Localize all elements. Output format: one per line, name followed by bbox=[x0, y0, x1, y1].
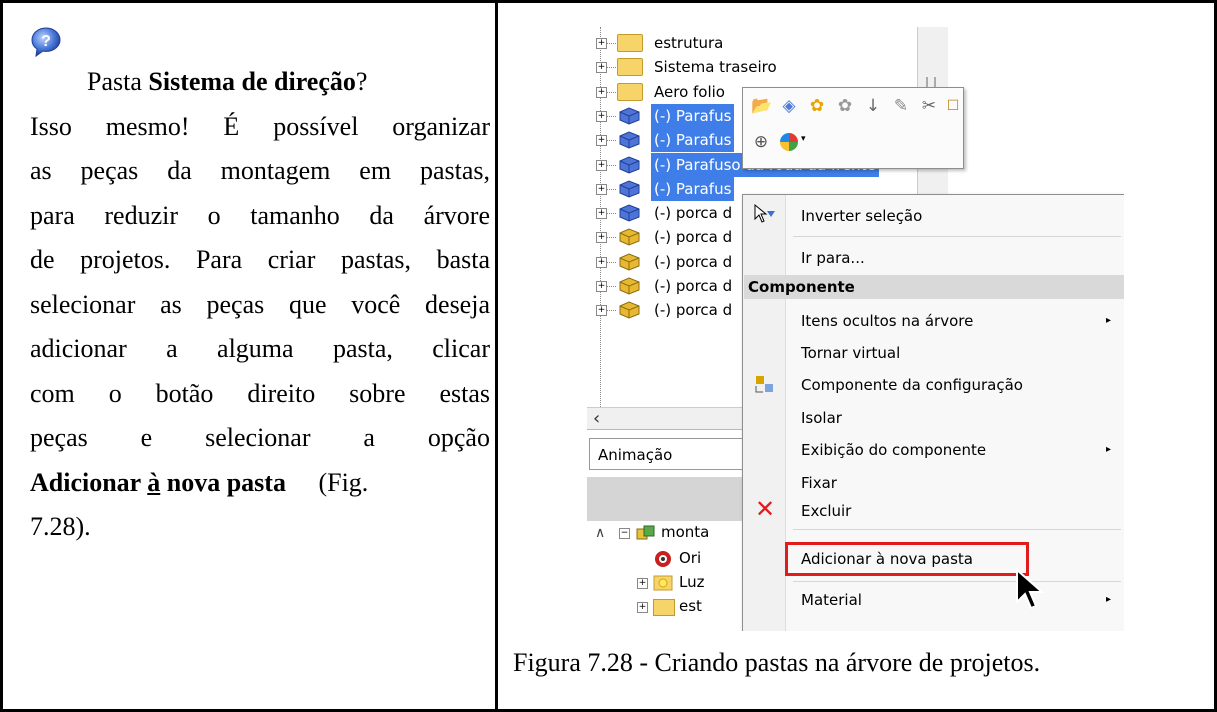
solidworks-screenshot: + estrutura + Sistema traseiro + Aero folio +(… bbox=[587, 27, 1124, 631]
menu-make-virtual[interactable]: Tornar virtual bbox=[801, 340, 900, 366]
tree-row-label[interactable]: (-) porca d bbox=[651, 250, 735, 274]
lower-row-1[interactable]: monta bbox=[661, 523, 709, 541]
tree-row-label[interactable]: Aero folio bbox=[651, 80, 728, 104]
folder-icon bbox=[617, 82, 643, 101]
part-blue-icon bbox=[619, 131, 640, 149]
properties-icon[interactable]: ☐ bbox=[943, 96, 963, 116]
menu-header-component: Componente bbox=[744, 275, 1124, 299]
menu-isolate[interactable]: Isolar bbox=[801, 405, 842, 431]
part-yellow-icon bbox=[619, 253, 640, 271]
folder-icon bbox=[653, 599, 675, 616]
menu-invert-selection[interactable]: Inverter seleção bbox=[801, 203, 922, 229]
menu-configuration-component[interactable]: Componente da configuração bbox=[801, 372, 1023, 398]
zoom-icon[interactable]: ⊕ bbox=[751, 132, 771, 152]
text-line-10: Adicionar à nova pasta (Fig. bbox=[30, 467, 369, 497]
part-blue-icon bbox=[619, 204, 640, 222]
appearance-icon[interactable] bbox=[779, 132, 799, 152]
text-line-9: peças e selecionar a opção bbox=[30, 423, 490, 452]
mate-icon[interactable]: ✂ bbox=[919, 96, 939, 116]
origin-icon bbox=[655, 551, 671, 567]
highlight-box bbox=[785, 542, 1029, 576]
question-help-icon: ? bbox=[31, 27, 61, 58]
collapse-up-icon[interactable]: ∧ bbox=[595, 525, 605, 541]
folder-name-bold: Sistema de direção bbox=[148, 67, 356, 96]
text-line-7: adicionar a alguma pasta, clicar bbox=[30, 334, 490, 363]
tree-row-label[interactable]: (-) Parafus bbox=[651, 128, 735, 153]
underlined-a: à bbox=[147, 467, 161, 497]
scroll-left-icon[interactable]: ‹ bbox=[593, 408, 600, 430]
delete-x-icon: ✕ bbox=[755, 495, 776, 523]
submenu-arrow-icon: ▸ bbox=[1105, 315, 1111, 326]
dropdown-arrow-icon[interactable]: ▾ bbox=[801, 134, 806, 144]
mouse-cursor-icon bbox=[1016, 568, 1045, 610]
menu-material[interactable]: Material ▸ bbox=[801, 587, 1111, 613]
menu-component-display[interactable]: Exibição do componente ▸ bbox=[801, 437, 1111, 463]
tree-row-label[interactable]: (-) porca d bbox=[651, 274, 735, 298]
tree-row-label[interactable]: Sistema traseiro bbox=[651, 55, 780, 79]
tree-row-label[interactable]: (-) porca d bbox=[651, 298, 735, 322]
svg-text:?: ? bbox=[41, 33, 51, 50]
lower-row-2[interactable]: Ori bbox=[679, 549, 701, 567]
tree-row-label[interactable]: (-) porca d bbox=[651, 201, 735, 225]
part-yellow-icon bbox=[619, 228, 640, 246]
left-text-column: ? Pasta Sistema de direção? Isso mesmo! … bbox=[30, 26, 490, 550]
tree-row-label[interactable]: (-) porca d bbox=[651, 225, 735, 249]
lower-row-4[interactable]: est bbox=[679, 597, 702, 615]
context-toolbar: 📂 ◈ ✿ ✿ ↓ ✎ ✂ ☐ ⊕ ▾ bbox=[742, 87, 964, 169]
assembly-icon bbox=[636, 525, 655, 540]
lower-row-3[interactable]: Luz bbox=[679, 573, 704, 591]
menu-delete[interactable]: Excluir bbox=[801, 498, 851, 524]
configuration-icon bbox=[755, 376, 773, 393]
collapse-minus-icon[interactable]: − bbox=[619, 528, 630, 539]
menu-hidden-items[interactable]: Itens ocultos na árvore ▸ bbox=[801, 308, 1111, 334]
invert-selection-icon bbox=[754, 203, 775, 223]
text-line-8: com o botão direito sobre estas bbox=[30, 378, 490, 408]
assembly-tool-icon[interactable]: ✿ bbox=[807, 96, 827, 116]
text-line-6: selecionar as peças que você deseja bbox=[30, 289, 490, 319]
column-divider bbox=[495, 0, 498, 712]
paperclip-icon[interactable]: ✎ bbox=[891, 96, 911, 116]
submenu-arrow-icon: ▸ bbox=[1105, 444, 1111, 455]
text-line-2: Isso mesmo! É possível organizar bbox=[30, 111, 490, 141]
edit-part-icon[interactable]: ◈ bbox=[779, 96, 799, 116]
open-part-icon[interactable]: 📂 bbox=[751, 96, 772, 116]
part-yellow-icon bbox=[619, 277, 640, 295]
sort-icon[interactable]: ↓ bbox=[863, 96, 883, 116]
explanation-paragraph: Pasta Sistema de direção? Isso mesmo! É … bbox=[30, 26, 490, 550]
part-blue-icon bbox=[619, 155, 640, 174]
tree-row-label[interactable]: estrutura bbox=[651, 31, 726, 55]
text-line-3: as peças da montagem em pastas, bbox=[30, 156, 490, 185]
part-blue-icon bbox=[619, 107, 640, 125]
text-line-1: Pasta Sistema de direção? bbox=[87, 67, 368, 96]
figure-caption: Figura 7.28 - Criando pastas na árvore d… bbox=[513, 648, 1041, 677]
lights-folder-icon bbox=[653, 575, 673, 591]
text-line-11: 7.28). bbox=[30, 512, 91, 541]
menu-go-to[interactable]: Ir para... bbox=[801, 245, 865, 271]
part-blue-icon bbox=[619, 180, 640, 198]
submenu-arrow-icon: ▸ bbox=[1105, 594, 1111, 605]
folder-icon bbox=[617, 34, 643, 52]
text-line-4: para reduzir o tamanho da árvore bbox=[30, 200, 490, 230]
tree-row-label[interactable]: (-) Parafus bbox=[651, 176, 735, 201]
context-menu: Inverter seleção Ir para... Componente I… bbox=[742, 194, 1124, 631]
tree-row-label[interactable]: (-) Parafus bbox=[651, 103, 735, 128]
text-line-5: de projetos. Para criar pastas, basta bbox=[30, 245, 490, 274]
part-yellow-icon bbox=[619, 301, 640, 319]
folder-icon bbox=[617, 58, 643, 77]
hide-components-icon[interactable]: ✿ bbox=[835, 96, 855, 116]
animation-dropdown[interactable]: Animação bbox=[589, 438, 759, 470]
menu-fix[interactable]: Fixar bbox=[801, 470, 837, 496]
